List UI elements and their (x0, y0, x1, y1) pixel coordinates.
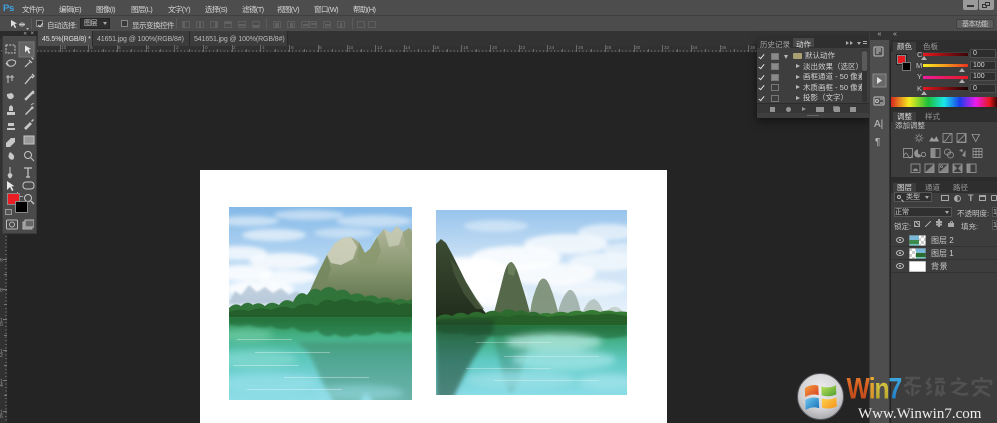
svg-text:7: 7 (888, 371, 902, 405)
svg-text:W: W (847, 371, 870, 405)
svg-text:A|: A| (874, 119, 883, 130)
svg-text:¶: ¶ (875, 137, 880, 148)
svg-text:n: n (875, 371, 890, 405)
svg-text:Www.Winwin7.com: Www.Winwin7.com (858, 406, 982, 422)
